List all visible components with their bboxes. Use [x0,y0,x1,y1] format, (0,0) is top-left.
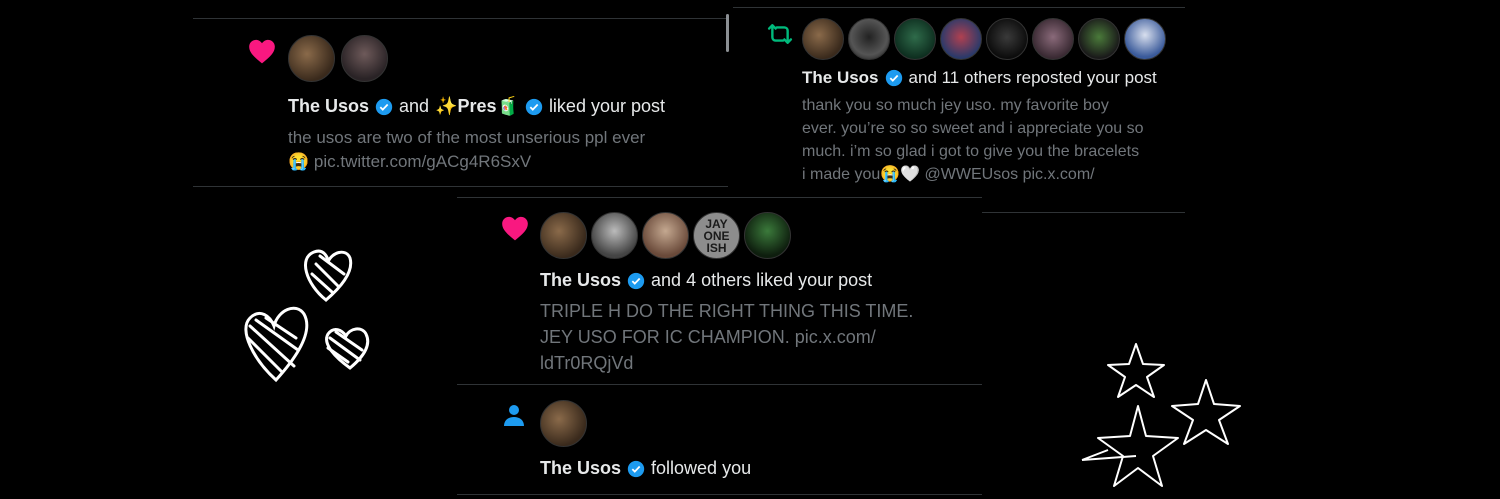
avatar-group [802,18,1166,60]
avatar[interactable] [744,212,791,259]
post-preview[interactable]: TRIPLE H DO THE RIGHT THING THIS TIME. J… [540,298,960,376]
notification-title: The Usos and 11 others reposted your pos… [802,68,1157,88]
avatar[interactable] [642,212,689,259]
user-name[interactable]: The Usos [540,270,621,291]
avatar[interactable] [894,18,936,60]
avatar[interactable]: JAY ONE ISH [693,212,740,259]
verified-icon [627,460,645,477]
post-text: the usos are two of the most unserious p… [288,128,646,147]
avatar[interactable] [288,35,335,82]
divider [457,197,982,198]
post-text: 😭 pic.twitter.com/gACg4R6SxV [288,152,532,171]
avatar-group [288,35,388,82]
post-text: i made you😭🤍 @WWEUsos pic.x.com/ [802,166,1095,183]
action-text: and 11 others reposted your post [908,68,1157,87]
post-text: ever. you’re so so sweet and i appreciat… [802,120,1144,137]
avatar-label: JAY ONE ISH [703,216,730,255]
post-text: thank you so much jey uso. my favorite b… [802,97,1109,114]
action-text: liked your post [548,96,665,116]
action-text: followed you [651,458,752,478]
post-preview[interactable]: thank you so much jey uso. my favorite b… [802,94,1177,186]
person-icon [504,405,524,426]
scrollbar[interactable] [726,14,729,52]
avatar[interactable] [802,18,844,60]
verified-icon [525,98,543,115]
avatar[interactable] [940,18,982,60]
divider [457,494,982,495]
post-text: ldTr0RQjVd [540,353,634,373]
retweet-icon [767,24,793,44]
avatar[interactable] [540,212,587,259]
divider [193,186,728,187]
avatar[interactable] [1124,18,1166,60]
heart-icon [249,39,275,64]
user-name[interactable]: The Usos [802,68,879,88]
user-name[interactable]: The Usos [540,458,621,479]
notification-title: The Usos followed you [540,458,751,479]
connector-text: and [399,96,430,116]
notification-title: The Usos and ✨Pres🧃 liked your post [288,96,665,117]
user-name-2[interactable]: ✨Pres🧃 [435,96,519,117]
divider [193,18,728,19]
avatar-group [540,400,587,447]
heart-icon [502,216,528,241]
divider [733,7,1185,8]
notification-title: The Usos and 4 others liked your post [540,270,872,291]
verified-icon [627,272,645,289]
doodle-hearts [244,249,370,383]
verified-icon [885,69,902,87]
avatar[interactable] [848,18,890,60]
avatar[interactable] [591,212,638,259]
avatar-group: JAY ONE ISH [540,212,791,259]
avatar[interactable] [540,400,587,447]
avatar[interactable] [1032,18,1074,60]
user-name[interactable]: The Usos [288,96,369,117]
action-text: and 4 others liked your post [651,270,873,290]
post-preview[interactable]: the usos are two of the most unserious p… [288,126,718,174]
post-text: much. i’m so glad i got to give you the … [802,143,1140,160]
avatar[interactable] [986,18,1028,60]
avatar[interactable] [1078,18,1120,60]
post-text: JEY USO FOR IC CHAMPION. pic.x.com/ [540,327,876,347]
verified-icon [375,98,393,115]
post-text: TRIPLE H DO THE RIGHT THING THIS TIME. [540,301,914,321]
doodle-stars [1081,343,1241,487]
avatar[interactable] [341,35,388,82]
